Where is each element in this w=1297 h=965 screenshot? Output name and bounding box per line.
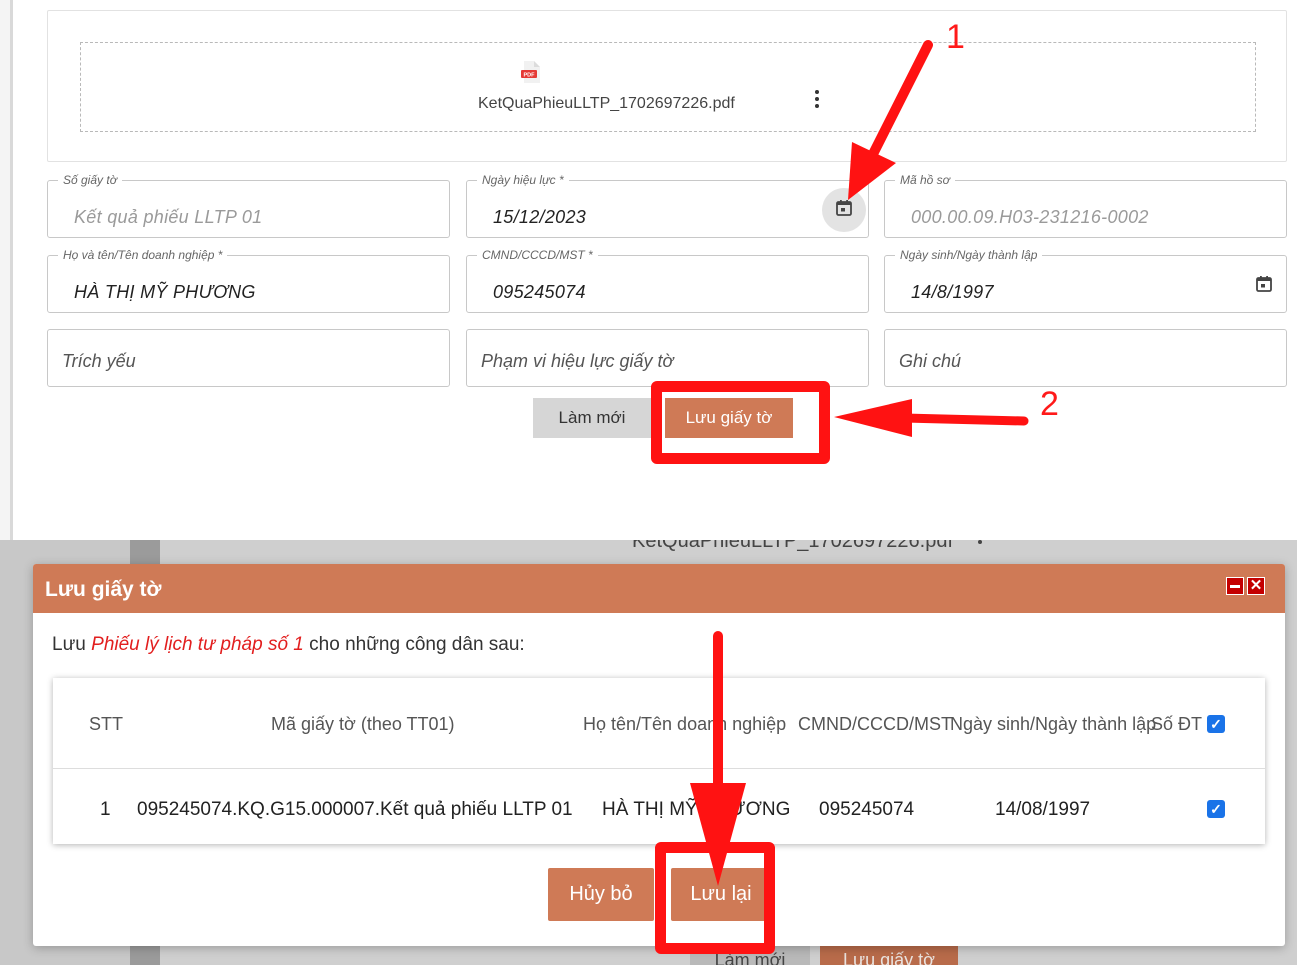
cell-ngay-sinh: 14/08/1997	[995, 799, 1091, 820]
file-name[interactable]: KetQuaPhieuLLTP_1702697226.pdf	[478, 95, 735, 113]
so-giay-to-label: Số giấy tờ	[58, 173, 122, 187]
background-kebab-dot	[978, 540, 982, 544]
ho-ten-field[interactable]: Họ và tên/Tên doanh nghiệp * HÀ THỊ MỸ P…	[47, 248, 450, 313]
trich-yeu-placeholder: Trích yếu	[62, 351, 136, 371]
cmnd-field[interactable]: CMND/CCCD/MST * 095245074	[466, 248, 869, 313]
ma-ho-so-placeholder: 000.00.09.H03-231216-0002	[911, 207, 1149, 227]
calendar-icon[interactable]	[1255, 275, 1273, 293]
cell-ma-giay-to: 095245074.KQ.G15.000007.Kết quả phiếu LL…	[137, 799, 573, 820]
upload-card: PDF KetQuaPhieuLLTP_1702697226.pdf	[47, 10, 1287, 162]
col-header-ngay-sinh: Ngày sinh/Ngày thành lập	[950, 714, 1157, 734]
close-icon[interactable]: ✕	[1247, 577, 1265, 595]
cmnd-value: 095245074	[493, 282, 586, 302]
background-file-name: KetQuaPhieuLLTP_1702697226.pdf	[632, 540, 954, 552]
highlight-box-save	[651, 381, 830, 464]
cell-cmnd: 095245074	[819, 799, 915, 820]
pham-vi-field[interactable]: Phạm vi hiệu lực giấy tờ	[466, 329, 869, 387]
col-header-stt: STT	[89, 714, 123, 734]
annotation-arrow-2	[834, 399, 1029, 437]
ghi-chu-placeholder: Ghi chú	[899, 351, 962, 371]
col-header-ho-ten: Họ tên/Tên doanh nghiệp	[583, 714, 787, 734]
col-header-cmnd: CMND/CCCD/MST	[798, 714, 952, 734]
minimize-icon[interactable]	[1226, 577, 1244, 595]
highlight-box-confirm	[655, 842, 775, 954]
row-checkbox[interactable]: ✓	[1207, 800, 1225, 818]
so-giay-to-field[interactable]: Số giấy tờ Kết quả phiếu LLTP 01	[47, 173, 450, 238]
document-form-panel: PDF KetQuaPhieuLLTP_1702697226.pdf Số gi…	[0, 0, 1297, 540]
ngay-sinh-field[interactable]: Ngày sinh/Ngày thành lập 14/8/1997	[884, 248, 1287, 313]
ho-ten-value: HÀ THỊ MỸ PHƯƠNG	[74, 282, 256, 302]
cancel-button[interactable]: Hủy bỏ	[548, 868, 654, 921]
message-document: Phiếu lý lịch tư pháp số 1	[91, 634, 304, 655]
reset-button[interactable]: Làm mới	[533, 398, 651, 438]
more-vertical-icon[interactable]	[812, 88, 822, 114]
pdf-badge-text: PDF	[524, 73, 536, 79]
left-rail	[0, 0, 18, 540]
dialog-message: Lưu Phiếu lý lịch tư pháp số 1 cho những…	[52, 634, 525, 656]
pham-vi-placeholder: Phạm vi hiệu lực giấy tờ	[481, 351, 674, 371]
so-giay-to-placeholder: Kết quả phiếu LLTP 01	[74, 207, 263, 227]
trich-yeu-field[interactable]: Trích yếu	[47, 329, 450, 387]
ho-ten-label: Họ và tên/Tên doanh nghiệp *	[58, 248, 228, 262]
upload-dropzone[interactable]: PDF KetQuaPhieuLLTP_1702697226.pdf	[80, 42, 1256, 132]
ghi-chu-field[interactable]: Ghi chú	[884, 329, 1287, 387]
pdf-file-icon: PDF	[521, 61, 540, 83]
citizen-table: STT Mã giấy tờ (theo TT01) Họ tên/Tên do…	[53, 678, 1265, 844]
annotation-step-2: 2	[1040, 385, 1059, 423]
cmnd-label: CMND/CCCD/MST *	[477, 248, 598, 262]
row-divider	[53, 768, 1265, 769]
save-dialog-panel: KetQuaPhieuLLTP_1702697226.pdf Làm mới L…	[0, 540, 1297, 965]
col-header-ma-giay-to: Mã giấy tờ (theo TT01)	[271, 714, 455, 734]
ngay-sinh-value: 14/8/1997	[911, 282, 994, 302]
select-all-checkbox[interactable]: ✓	[1207, 715, 1225, 733]
message-prefix: Lưu	[52, 634, 92, 655]
annotation-arrow-1	[848, 40, 933, 200]
dialog-header: Lưu giấy tờ ✕	[33, 564, 1285, 613]
message-suffix: cho những công dân sau:	[303, 634, 525, 655]
annotation-step-1: 1	[946, 18, 965, 56]
dialog-title: Lưu giấy tờ	[45, 578, 162, 601]
cell-stt: 1	[100, 799, 111, 820]
ngay-hieu-luc-value: 15/12/2023	[493, 207, 587, 227]
ngay-hieu-luc-label: Ngày hiệu lực *	[477, 173, 569, 187]
col-header-so-dt: Số ĐT	[1151, 714, 1203, 734]
ngay-sinh-label: Ngày sinh/Ngày thành lập	[895, 248, 1043, 262]
ngay-hieu-luc-field[interactable]: Ngày hiệu lực * 15/12/2023	[466, 173, 869, 238]
